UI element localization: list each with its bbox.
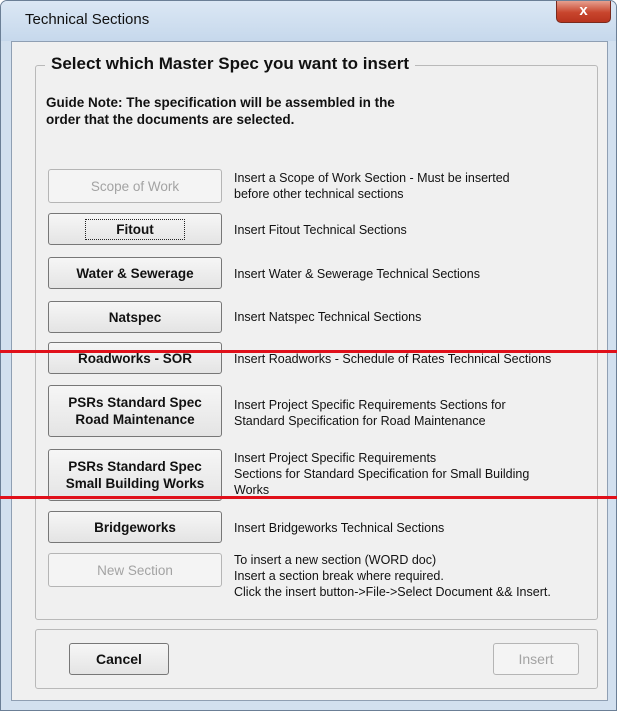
description-line: Insert Project Specific Requirements Sec… xyxy=(234,398,506,412)
bridgeworks-button[interactable]: Bridgeworks xyxy=(48,511,222,543)
description-line: Insert Bridgeworks Technical Sections xyxy=(234,521,445,535)
scope-of-work-description: Insert a Scope of Work Section - Must be… xyxy=(234,170,594,202)
button-label-line: PSRs Standard Spec xyxy=(68,459,202,474)
natspec-button[interactable]: Natspec xyxy=(48,301,222,333)
footer-frame: Cancel Insert xyxy=(35,629,598,689)
cancel-label: Cancel xyxy=(96,651,142,667)
button-label-line: Road Maintenance xyxy=(75,412,195,427)
master-spec-group: Select which Master Spec you want to ins… xyxy=(35,54,599,620)
new-section-label: New Section xyxy=(97,562,173,578)
description-line: Insert Fitout Technical Sections xyxy=(234,223,407,237)
scope-of-work-button[interactable]: Scope of Work xyxy=(48,169,222,203)
button-label-line: Small Building Works xyxy=(65,476,205,491)
close-button[interactable]: x xyxy=(556,1,611,23)
description-line: Insert a section break where required. xyxy=(234,569,444,583)
water-sewerage-button[interactable]: Water & Sewerage xyxy=(48,257,222,289)
roadworks-sor-button[interactable]: Roadworks - SOR xyxy=(48,342,222,374)
roadworks-sor-description: Insert Roadworks - Schedule of Rates Tec… xyxy=(234,351,594,367)
fitout-description: Insert Fitout Technical Sections xyxy=(234,222,594,238)
guide-note-line: Guide Note: The specification will be as… xyxy=(46,95,395,110)
psrs-road-maintenance-description: Insert Project Specific Requirements Sec… xyxy=(234,397,594,429)
guide-note-line: order that the documents are selected. xyxy=(46,112,295,127)
psrs-road-maintenance-label: PSRs Standard Spec Road Maintenance xyxy=(68,394,202,428)
guide-note: Guide Note: The specification will be as… xyxy=(46,94,476,128)
red-highlight-line-top xyxy=(0,350,617,353)
fitout-button[interactable]: Fitout xyxy=(48,213,222,245)
technical-sections-window: Technical Sections x Select which Master… xyxy=(0,0,617,711)
group-title: Select which Master Spec you want to ins… xyxy=(45,54,416,74)
psrs-road-maintenance-button[interactable]: PSRs Standard Spec Road Maintenance xyxy=(48,385,222,437)
close-icon: x xyxy=(579,2,588,19)
title-bar[interactable]: Technical Sections x xyxy=(1,1,616,41)
new-section-description: To insert a new section (WORD doc) Inser… xyxy=(234,552,599,600)
button-label-line: PSRs Standard Spec xyxy=(68,395,202,410)
insert-label: Insert xyxy=(518,651,554,667)
description-line: Standard Specification for Road Maintena… xyxy=(234,414,486,428)
description-line: Insert Project Specific Requirements xyxy=(234,451,437,465)
description-line: Insert Water & Sewerage Technical Sectio… xyxy=(234,267,480,281)
description-line: To insert a new section (WORD doc) xyxy=(234,553,437,567)
natspec-description: Insert Natspec Technical Sections xyxy=(234,309,594,325)
water-sewerage-label: Water & Sewerage xyxy=(76,265,194,281)
psrs-small-building-works-button[interactable]: PSRs Standard Spec Small Building Works xyxy=(48,449,222,501)
description-line: Click the insert button->File->Select Do… xyxy=(234,585,551,599)
new-section-button[interactable]: New Section xyxy=(48,553,222,587)
red-highlight-line-bottom xyxy=(0,496,617,499)
bridgeworks-label: Bridgeworks xyxy=(94,519,176,535)
natspec-label: Natspec xyxy=(108,309,162,325)
fitout-label: Fitout xyxy=(85,218,185,240)
insert-button[interactable]: Insert xyxy=(493,643,579,675)
window-title: Technical Sections xyxy=(25,11,150,28)
description-line: Sections for Standard Specification for … xyxy=(234,467,530,481)
description-line: Insert Roadworks - Schedule of Rates Tec… xyxy=(234,352,552,366)
dialog-client-area: Select which Master Spec you want to ins… xyxy=(11,41,608,701)
water-sewerage-description: Insert Water & Sewerage Technical Sectio… xyxy=(234,266,594,282)
description-line: Insert Natspec Technical Sections xyxy=(234,310,422,324)
scope-of-work-label: Scope of Work xyxy=(90,178,180,194)
psrs-small-building-works-description: Insert Project Specific Requirements Sec… xyxy=(234,450,594,498)
description-line: Insert a Scope of Work Section - Must be… xyxy=(234,171,510,185)
cancel-button[interactable]: Cancel xyxy=(69,643,169,675)
bridgeworks-description: Insert Bridgeworks Technical Sections xyxy=(234,520,594,536)
description-line: before other technical sections xyxy=(234,187,404,201)
psrs-small-building-works-label: PSRs Standard Spec Small Building Works xyxy=(66,458,205,492)
